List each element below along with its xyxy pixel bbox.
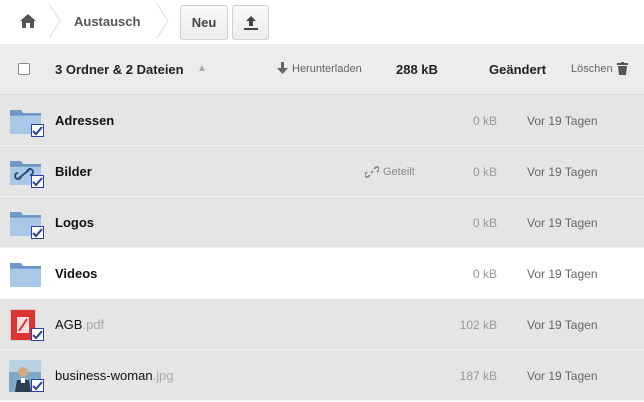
file-name-base: business-woman bbox=[55, 368, 153, 383]
file-row[interactable]: Bilder Geteilt 0 kB Vor 19 Tagen bbox=[0, 146, 644, 197]
checkmark-icon bbox=[32, 380, 43, 390]
file-extension: .pdf bbox=[82, 317, 105, 332]
breadcrumb-bar: Austausch Neu bbox=[0, 0, 644, 44]
file-name-base: Logos bbox=[55, 215, 94, 230]
file-row[interactable]: business-woman.jpg 187 kB Vor 19 Tagen bbox=[0, 350, 644, 401]
new-button[interactable]: Neu bbox=[180, 5, 228, 40]
file-row[interactable]: Videos 0 kB Vor 19 Tagen bbox=[0, 248, 644, 299]
file-row[interactable]: Logos 0 kB Vor 19 Tagen bbox=[0, 197, 644, 248]
breadcrumb-separator bbox=[156, 4, 170, 38]
select-all-checkbox[interactable] bbox=[18, 63, 30, 75]
download-icon bbox=[277, 62, 288, 74]
share-label: Geteilt bbox=[383, 166, 415, 178]
file-row[interactable]: AGB.pdf 102 kB Vor 19 Tagen bbox=[0, 299, 644, 350]
file-modified: Vor 19 Tagen bbox=[527, 114, 598, 128]
row-checkbox[interactable] bbox=[31, 328, 44, 341]
file-modified: Vor 19 Tagen bbox=[527, 267, 598, 281]
file-name-base: Videos bbox=[55, 266, 98, 281]
file-extension: .jpg bbox=[152, 368, 174, 383]
file-name[interactable]: business-woman.jpg bbox=[55, 368, 174, 383]
file-modified: Vor 19 Tagen bbox=[527, 369, 598, 383]
home-icon bbox=[20, 14, 36, 28]
row-checkbox[interactable] bbox=[31, 124, 44, 137]
file-name[interactable]: Videos bbox=[55, 266, 97, 281]
file-size: 0 kB bbox=[472, 216, 497, 230]
file-size: 0 kB bbox=[472, 267, 497, 281]
checkmark-icon bbox=[32, 176, 43, 186]
link-icon bbox=[365, 166, 379, 178]
file-name-base: Adressen bbox=[55, 113, 115, 128]
share-button[interactable]: Geteilt bbox=[365, 165, 415, 179]
download-button[interactable]: Herunterladen bbox=[277, 62, 362, 75]
row-checkbox[interactable] bbox=[31, 226, 44, 239]
file-name[interactable]: Logos bbox=[55, 215, 94, 230]
checkmark-icon bbox=[32, 329, 43, 339]
upload-icon bbox=[243, 15, 258, 30]
file-name[interactable]: Bilder bbox=[55, 164, 92, 179]
breadcrumb-separator bbox=[48, 4, 62, 38]
total-size[interactable]: 288 kB bbox=[396, 62, 438, 77]
file-modified: Vor 19 Tagen bbox=[527, 165, 598, 179]
file-count-summary[interactable]: 3 Ordner & 2 Dateien bbox=[55, 62, 184, 77]
file-size: 0 kB bbox=[472, 114, 497, 128]
row-checkbox[interactable] bbox=[31, 175, 44, 188]
upload-button[interactable] bbox=[232, 5, 269, 40]
folder-icon[interactable] bbox=[9, 258, 43, 290]
file-row[interactable]: Adressen 0 kB Vor 19 Tagen bbox=[0, 95, 644, 146]
file-name-base: AGB bbox=[55, 317, 83, 332]
file-modified: Vor 19 Tagen bbox=[527, 318, 598, 332]
delete-label: Löschen bbox=[571, 62, 613, 75]
row-checkbox[interactable] bbox=[31, 379, 44, 392]
checkmark-icon bbox=[32, 125, 43, 135]
file-modified: Vor 19 Tagen bbox=[527, 216, 598, 230]
delete-button[interactable]: Löschen bbox=[571, 62, 628, 75]
home-button[interactable] bbox=[8, 6, 48, 36]
file-name[interactable]: Adressen bbox=[55, 113, 114, 128]
breadcrumb-current[interactable]: Austausch bbox=[74, 14, 140, 29]
file-name-base: Bilder bbox=[55, 164, 92, 179]
file-size: 0 kB bbox=[472, 165, 497, 179]
trash-icon bbox=[616, 62, 628, 75]
file-list-header: 3 Ordner & 2 Dateien ▲ Herunterladen 288… bbox=[0, 44, 644, 95]
file-size: 187 kB bbox=[459, 369, 497, 383]
file-size: 102 kB bbox=[459, 318, 497, 332]
download-label: Herunterladen bbox=[292, 62, 362, 75]
file-name[interactable]: AGB.pdf bbox=[55, 317, 104, 332]
modified-column-header[interactable]: Geändert bbox=[489, 62, 546, 77]
sort-ascending-icon[interactable]: ▲ bbox=[197, 63, 207, 74]
checkmark-icon bbox=[32, 227, 43, 237]
